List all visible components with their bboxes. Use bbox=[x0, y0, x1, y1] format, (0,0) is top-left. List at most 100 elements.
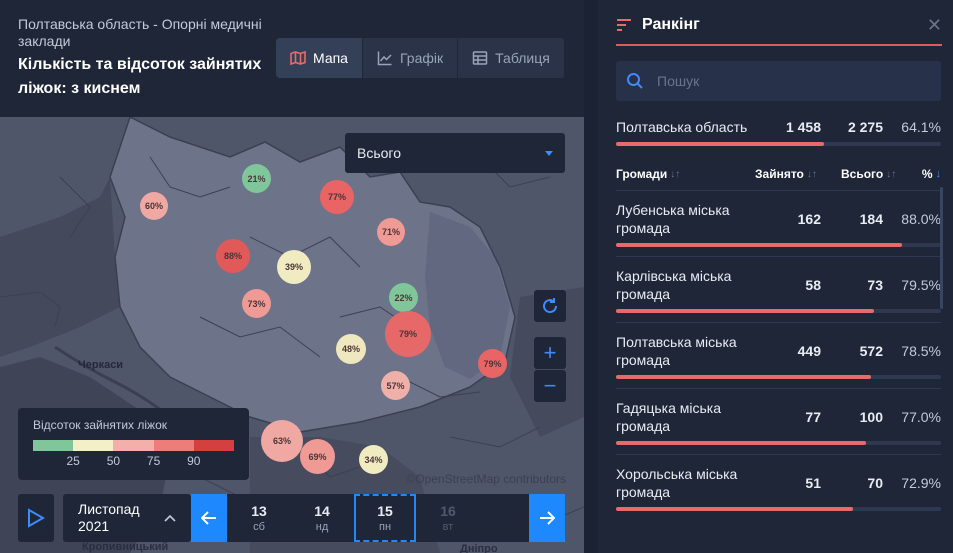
total-progress-bar bbox=[616, 142, 941, 146]
row-percent: 77.0% bbox=[901, 409, 941, 425]
zoom-in-button[interactable]: + bbox=[534, 337, 566, 369]
prev-day-button[interactable] bbox=[191, 494, 227, 542]
col-name-label: Громади bbox=[616, 167, 668, 181]
total-percent: 64.1% bbox=[901, 118, 941, 135]
legend-ticks: 25 50 75 90 bbox=[33, 454, 234, 468]
ranking-header: Ранкінг ✕ bbox=[616, 16, 942, 46]
row-name: Карлівська міська громада bbox=[616, 268, 732, 302]
zoom-out-button[interactable]: − bbox=[534, 370, 566, 402]
row-name: Гадяцька міська громада bbox=[616, 400, 721, 434]
list-item[interactable]: Хорольська міська громада 51 70 72.9% bbox=[616, 454, 941, 520]
table-header: Громади ↓↑ Зайнято ↓↑ Всього ↓↑ % ↓ bbox=[616, 167, 941, 181]
map-background bbox=[0, 117, 584, 553]
reset-view-button[interactable] bbox=[534, 290, 566, 322]
row-total: 100 bbox=[859, 409, 883, 425]
list-item[interactable]: Карлівська міська громада 58 73 79.5% bbox=[616, 256, 941, 322]
chevron-up-icon bbox=[164, 514, 176, 522]
map-bubble[interactable]: 79% bbox=[478, 349, 507, 378]
ranking-scrollbar[interactable] bbox=[940, 187, 943, 309]
map-canvas[interactable]: Черкаси Кропивницький Дніпро Всього + − … bbox=[0, 117, 584, 553]
bubble-label: 21% bbox=[247, 173, 266, 184]
play-icon bbox=[28, 508, 45, 528]
col-total-label: Всього bbox=[841, 167, 884, 181]
map-bubble[interactable]: 57% bbox=[381, 371, 410, 400]
map-bubble[interactable]: 71% bbox=[377, 218, 405, 246]
map-bubble[interactable]: 77% bbox=[320, 180, 354, 214]
month-selector[interactable]: Листопад 2021 bbox=[63, 494, 191, 542]
bubble-label: 73% bbox=[247, 298, 266, 309]
ranking-list: Лубенська міська громада 162 184 88.0% Карл… bbox=[616, 190, 941, 553]
search-input[interactable] bbox=[657, 73, 917, 89]
arrow-left-icon bbox=[201, 511, 216, 525]
close-button[interactable]: ✕ bbox=[927, 16, 942, 34]
bubble-label: 60% bbox=[144, 201, 163, 211]
map-icon bbox=[290, 50, 306, 66]
map-bubble[interactable]: 21% bbox=[242, 164, 271, 193]
next-day-button[interactable] bbox=[529, 494, 565, 542]
list-item[interactable]: Гадяцька міська громада 77 100 77.0% bbox=[616, 388, 941, 454]
col-percent-label: % bbox=[921, 167, 933, 181]
row-progress-bar bbox=[616, 243, 941, 247]
list-item[interactable]: Полтавська міська громада 449 572 78.5% bbox=[616, 322, 941, 388]
bubble-label: 77% bbox=[327, 192, 346, 202]
col-name-header[interactable]: Громади ↓↑ bbox=[616, 167, 755, 181]
total-occupied: 1 458 bbox=[785, 118, 821, 135]
legend-swatch bbox=[73, 440, 114, 451]
timeline: Листопад 2021 13 сб 14 нд 15 пн 16 вт bbox=[18, 494, 565, 542]
tab-map[interactable]: Мапа bbox=[276, 38, 363, 78]
map-bubble[interactable]: 88% bbox=[216, 239, 250, 273]
play-button[interactable] bbox=[18, 494, 54, 542]
day-number: 13 bbox=[251, 503, 267, 519]
tab-chart[interactable]: Графік bbox=[363, 38, 459, 78]
row-progress-bar bbox=[616, 441, 941, 445]
search-icon bbox=[627, 73, 643, 89]
day-weekday: нд bbox=[315, 521, 329, 533]
col-total-header[interactable]: Всього ↓↑ bbox=[841, 167, 898, 181]
month-name: Листопад bbox=[78, 501, 140, 517]
row-progress-bar bbox=[616, 375, 941, 379]
legend-title: Відсоток зайнятих ліжок bbox=[33, 418, 167, 432]
day-item-selected[interactable]: 15 пн bbox=[354, 494, 416, 542]
tab-chart-label: Графік bbox=[399, 50, 444, 66]
map-bubble[interactable]: 69% bbox=[300, 439, 335, 474]
map-bubble[interactable]: 39% bbox=[277, 250, 311, 284]
region-select[interactable]: Всього bbox=[345, 133, 565, 173]
day-item[interactable]: 13 сб bbox=[228, 494, 290, 542]
map-bubble[interactable]: 63% bbox=[261, 420, 303, 462]
map-bubble[interactable]: 34% bbox=[359, 445, 388, 474]
col-occupied-header[interactable]: Зайнято ↓↑ bbox=[755, 167, 841, 181]
city-label-dnipro: Дніпро bbox=[460, 543, 498, 553]
total-name: Полтавська область bbox=[616, 118, 748, 135]
list-item[interactable]: Лубенська міська громада 162 184 88.0% bbox=[616, 190, 941, 256]
map-header: Полтавська область - Опорні медичні закл… bbox=[0, 0, 584, 117]
day-weekday: пн bbox=[378, 521, 392, 533]
day-item[interactable]: 14 нд bbox=[291, 494, 353, 542]
legend-swatch bbox=[113, 440, 154, 451]
city-label-cherkasy: Черкаси bbox=[78, 359, 124, 371]
sort-icon: ↓↑ bbox=[886, 168, 897, 180]
map-attribution[interactable]: ©OpenStreetMap contributors bbox=[406, 472, 566, 486]
line-chart-icon bbox=[377, 51, 392, 66]
bubble-label: 88% bbox=[223, 251, 242, 261]
view-tabs: Мапа Графік Таблиця bbox=[276, 38, 565, 78]
row-name: Полтавська міська громада bbox=[616, 334, 737, 368]
map-bubble[interactable]: 79% bbox=[385, 311, 431, 357]
month-year: 2021 bbox=[78, 518, 110, 534]
map-bubble[interactable]: 48% bbox=[336, 334, 366, 364]
col-percent-header[interactable]: % ↓ bbox=[898, 167, 941, 181]
legend-swatch bbox=[193, 440, 235, 451]
close-icon: ✕ bbox=[926, 15, 942, 35]
bubble-label: 34% bbox=[364, 454, 383, 465]
col-occupied-label: Зайнято bbox=[755, 167, 804, 181]
map-legend: Відсоток зайнятих ліжок 25 50 75 90 bbox=[18, 408, 249, 480]
map-bubble[interactable]: 73% bbox=[242, 289, 271, 318]
map-bubble[interactable]: 60% bbox=[140, 192, 168, 220]
row-progress-bar bbox=[616, 309, 941, 313]
row-name: Хорольська міська громада bbox=[616, 466, 738, 500]
row-percent: 72.9% bbox=[901, 475, 941, 491]
legend-swatch bbox=[153, 440, 194, 451]
row-occupied: 51 bbox=[805, 475, 821, 491]
row-progress-bar bbox=[616, 507, 941, 511]
tab-table[interactable]: Таблиця bbox=[458, 38, 565, 78]
map-bubble[interactable]: 22% bbox=[389, 283, 418, 312]
